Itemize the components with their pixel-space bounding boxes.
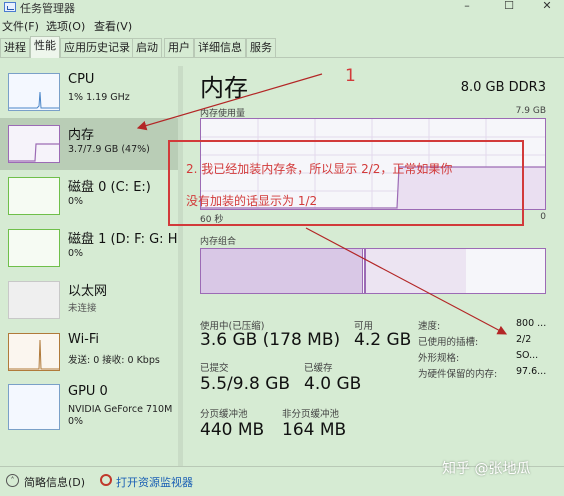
page-title: 内存 xyxy=(200,74,248,102)
disk-1-thumbnail-graph xyxy=(8,229,60,267)
usage-graph-max: 7.9 GB xyxy=(515,106,546,116)
chevron-up-icon[interactable]: ˄ xyxy=(6,474,19,487)
tab-services[interactable]: 服务 xyxy=(246,38,276,57)
tab-performance[interactable]: 性能 xyxy=(30,36,60,58)
paged-pool-value: 440 MB xyxy=(200,420,265,440)
menu-bar: 文件(F) 选项(O) 查看(V) xyxy=(0,16,564,34)
sidebar-item-cpu[interactable]: CPU 1% 1.19 GHz xyxy=(0,66,178,118)
tab-users[interactable]: 用户 xyxy=(164,38,194,57)
disk-0-thumbnail-graph xyxy=(8,177,60,215)
sidebar-item-disk-0[interactable]: 磁盘 0 (C: E:) 0% xyxy=(0,170,178,222)
sidebar-item-subtitle: 0% xyxy=(68,248,84,259)
form-factor-value: SO... xyxy=(516,350,539,361)
tab-details[interactable]: 详细信息 xyxy=(194,38,246,57)
watermark: 知乎 @张地瓜 xyxy=(442,461,531,477)
title-bar: 任务管理器 – ☐ ✕ xyxy=(0,0,564,16)
cpu-thumbnail-graph xyxy=(8,73,60,111)
tab-app-history[interactable]: 应用历史记录 xyxy=(60,38,134,57)
slots-used-value: 2/2 xyxy=(516,334,532,345)
sidebar-item-title: Wi-Fi xyxy=(68,332,100,347)
in-use-value: 3.6 GB (178 MB) xyxy=(200,330,341,350)
memory-detail-panel: 内存 8.0 GB DDR3 内存使用量 7.9 GB 60 秒 0 内存组合 xyxy=(198,66,554,466)
memory-composition-bar xyxy=(200,248,546,294)
annotation-box: 2. 我已经加装内存条，所以显示 2/2，正常如果你 没有加装的话显示为 1/2 xyxy=(168,140,524,226)
resource-monitor-icon xyxy=(100,474,112,486)
sidebar-item-subtitle: NVIDIA GeForce 710M xyxy=(68,404,173,415)
tab-bar: 进程 性能 应用历史记录 启动 用户 详细信息 服务 xyxy=(0,36,564,58)
sidebar-item-title: 以太网 xyxy=(68,284,108,299)
sidebar-item-title: 内存 xyxy=(68,128,95,143)
ethernet-thumbnail-graph xyxy=(8,281,60,319)
sidebar-item-gpu[interactable]: GPU 0 NVIDIA GeForce 710M 0% xyxy=(0,378,178,438)
close-button[interactable]: ✕ xyxy=(532,0,562,14)
nonpaged-pool-value: 164 MB xyxy=(282,420,347,440)
composition-standby xyxy=(366,249,466,293)
available-value: 4.2 GB xyxy=(354,330,412,350)
sidebar-item-subtitle: 0% xyxy=(68,196,84,207)
committed-value: 5.5/9.8 GB xyxy=(200,374,291,394)
sidebar-item-subtitle: 1% 1.19 GHz xyxy=(68,92,130,103)
annotation-line-1: 2. 我已经加装内存条，所以显示 2/2，正常如果你 xyxy=(186,162,453,176)
annotation-line-2: 没有加装的话显示为 1/2 xyxy=(186,194,318,208)
hardware-reserved-value: 97.6... xyxy=(516,366,547,377)
sidebar-item-memory[interactable]: 内存 3.7/7.9 GB (47%) xyxy=(0,118,178,170)
memory-spec: 8.0 GB DDR3 xyxy=(460,80,546,95)
wifi-thumbnail-graph xyxy=(8,333,60,371)
nonpaged-pool-label: 非分页缓冲池 xyxy=(282,409,340,420)
composition-label: 内存组合 xyxy=(200,237,237,247)
menu-file[interactable]: 文件(F) xyxy=(2,18,39,34)
maximize-button[interactable]: ☐ xyxy=(494,0,524,14)
performance-sidebar: CPU 1% 1.19 GHz 内存 3.7/7.9 GB (47%) 磁盘 0… xyxy=(0,66,180,466)
sidebar-scrollbar[interactable] xyxy=(178,66,183,466)
sidebar-item-subtitle: 发送: 0 接收: 0 Kbps xyxy=(68,355,160,366)
sidebar-item-title: CPU xyxy=(68,72,95,87)
open-resource-monitor-link[interactable]: 打开资源监视器 xyxy=(116,474,193,490)
tab-startup[interactable]: 启动 xyxy=(132,38,162,57)
sidebar-item-subtitle: 未连接 xyxy=(68,303,97,314)
paged-pool-label: 分页缓冲池 xyxy=(200,409,248,420)
speed-key: 速度: xyxy=(418,321,441,332)
window-title: 任务管理器 xyxy=(20,2,75,15)
sidebar-item-title: 磁盘 0 (C: E:) xyxy=(68,180,151,195)
minimize-button[interactable]: – xyxy=(452,0,482,14)
sidebar-item-subtitle-2: 0% xyxy=(68,416,84,427)
sidebar-item-subtitle: 3.7/7.9 GB (47%) xyxy=(68,144,150,155)
hardware-reserved-key: 为硬件保留的内存: xyxy=(418,369,498,380)
composition-in-use xyxy=(201,249,363,293)
cached-label: 已缓存 xyxy=(304,363,333,374)
menu-view[interactable]: 查看(V) xyxy=(94,18,132,34)
speed-value: 800 ... xyxy=(516,318,547,329)
slots-used-key: 已使用的插槽: xyxy=(418,337,479,348)
committed-label: 已提交 xyxy=(200,363,229,374)
sidebar-item-disk-1[interactable]: 磁盘 1 (D: F: G: H 0% xyxy=(0,222,178,274)
gpu-thumbnail-graph xyxy=(8,384,60,430)
fewer-details-link[interactable]: 简略信息(D) xyxy=(24,474,85,490)
sidebar-item-wifi[interactable]: Wi-Fi 发送: 0 接收: 0 Kbps xyxy=(0,326,178,378)
menu-options[interactable]: 选项(O) xyxy=(46,18,85,34)
form-factor-key: 外形规格: xyxy=(418,353,460,364)
tab-processes[interactable]: 进程 xyxy=(0,38,30,57)
graph-x-right: 0 xyxy=(540,212,546,222)
memory-thumbnail-graph xyxy=(8,125,60,163)
sidebar-item-title: 磁盘 1 (D: F: G: H xyxy=(68,232,178,247)
task-manager-icon xyxy=(4,2,16,12)
cached-value: 4.0 GB xyxy=(304,374,362,394)
sidebar-item-ethernet[interactable]: 以太网 未连接 xyxy=(0,274,178,326)
sidebar-item-title: GPU 0 xyxy=(68,384,108,399)
annotation-number: 1 xyxy=(345,66,356,86)
